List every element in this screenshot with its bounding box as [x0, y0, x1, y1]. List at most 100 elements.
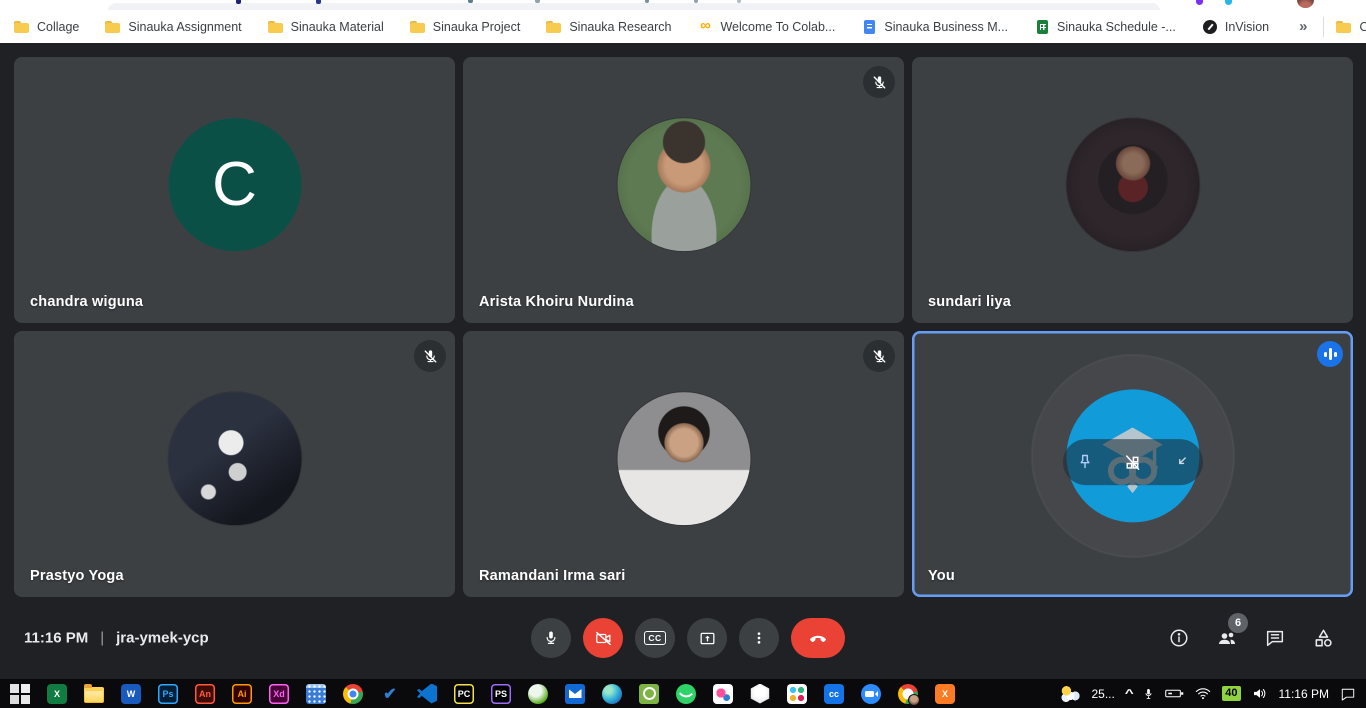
colab-icon	[697, 19, 713, 35]
microphone-tray-icon[interactable]	[1143, 687, 1154, 701]
participant-name: sundari liya	[928, 294, 1011, 310]
meeting-details-icon[interactable]	[1167, 626, 1191, 650]
microphone-button[interactable]	[531, 618, 571, 658]
photoshop-icon[interactable]: Ps	[158, 684, 178, 704]
minimize-tile-icon[interactable]	[1170, 451, 1192, 473]
folder-icon	[546, 19, 562, 35]
bookmark-item[interactable]: Sinauka Assignment	[105, 19, 241, 35]
volume-icon[interactable]	[1252, 687, 1268, 700]
end-call-button[interactable]	[791, 618, 845, 658]
battery-icon[interactable]	[1165, 687, 1184, 700]
bookmark-item[interactable]: Sinauka Business M...	[861, 19, 1008, 35]
participant-tile-ramandani[interactable]: Ramandani Irma sari	[463, 331, 904, 597]
weather-icon[interactable]	[1060, 686, 1080, 702]
adobe-xd-icon[interactable]: Xd	[269, 684, 289, 704]
edge-icon[interactable]	[602, 684, 622, 704]
bookmark-item[interactable]: InVision	[1202, 19, 1269, 35]
slack-icon[interactable]	[787, 684, 807, 704]
bookmark-item[interactable]: Sinauka Schedule -...	[1034, 19, 1176, 35]
participant-tile-arista[interactable]: Arista Khoiru Nurdina	[463, 57, 904, 323]
animate-icon[interactable]: An	[195, 684, 215, 704]
meeting-clock: 11:16 PM	[24, 630, 88, 647]
divider	[1323, 17, 1324, 37]
calendar-icon[interactable]	[306, 684, 326, 704]
hexagon-app-icon[interactable]	[750, 684, 770, 704]
extension-icon[interactable]	[316, 0, 321, 4]
other-bookmarks-button[interactable]: Other bookmarks	[1336, 19, 1366, 35]
call-controls: CC	[531, 618, 845, 658]
extension-icon[interactable]	[236, 0, 241, 4]
participant-name: Ramandani Irma sari	[479, 568, 625, 584]
taskbar-clock[interactable]: 11:16 PM	[1279, 687, 1329, 701]
participant-name: chandra wiguna	[30, 294, 143, 310]
hidden-icons-chevron[interactable]: ^	[1125, 688, 1134, 700]
extension-icon[interactable]	[1225, 0, 1232, 5]
avatar-initial: C	[212, 149, 257, 220]
chrome-icon[interactable]	[343, 684, 363, 704]
action-center-icon[interactable]	[1340, 687, 1356, 701]
present-screen-icon	[698, 629, 717, 648]
present-button[interactable]	[687, 618, 727, 658]
meet-control-bar: 11:16 PM | jra-ymek-ycp	[0, 597, 1366, 679]
file-explorer-icon[interactable]	[84, 687, 104, 703]
avatar-initial-circle: C	[168, 118, 301, 251]
illustrator-icon[interactable]: Ai	[232, 684, 252, 704]
bookmark-item[interactable]: Sinauka Project	[410, 19, 521, 35]
zoom-icon[interactable]	[861, 684, 881, 704]
bookmark-item[interactable]: Welcome To Colab...	[697, 19, 835, 35]
android-studio-icon[interactable]	[528, 684, 548, 704]
word-icon[interactable]: W	[121, 684, 141, 704]
tile-hover-actions	[1063, 439, 1203, 485]
weather-temp[interactable]: 25...	[1091, 687, 1114, 701]
participant-tile-chandra[interactable]: C chandra wiguna	[14, 57, 455, 323]
extension-icon[interactable]	[1196, 0, 1203, 5]
whatsapp-icon[interactable]	[676, 684, 696, 704]
drawing-app-icon[interactable]	[713, 684, 733, 704]
mic-muted-icon	[863, 66, 895, 98]
start-button[interactable]	[10, 684, 30, 704]
mic-muted-icon	[414, 340, 446, 372]
meet-side-controls: 6	[1167, 626, 1335, 650]
captions-icon: CC	[644, 631, 665, 646]
activities-icon[interactable]	[1311, 626, 1335, 650]
system-tray: 25... ^ 40 11:16 PM	[1060, 686, 1366, 702]
participants-count-badge: 6	[1228, 613, 1248, 633]
avatar-photo	[168, 392, 301, 525]
more-options-button[interactable]	[739, 618, 779, 658]
participants-icon[interactable]: 6	[1215, 626, 1239, 650]
google-sheets-icon	[1034, 19, 1050, 35]
avatar-photo	[617, 118, 750, 251]
divider: |	[100, 630, 104, 647]
wifi-icon[interactable]	[1195, 687, 1211, 700]
vscode-icon[interactable]	[417, 684, 437, 704]
chrome-profile-icon[interactable]	[898, 684, 918, 704]
camera-app-icon[interactable]	[639, 684, 659, 704]
xampp-icon[interactable]: X	[935, 684, 955, 704]
avatar-photo	[1066, 118, 1199, 251]
pycharm-icon[interactable]: PC	[454, 684, 474, 704]
mail-icon[interactable]	[565, 684, 585, 704]
folder-icon	[410, 19, 426, 35]
creative-cloud-icon[interactable]: cc	[824, 684, 844, 704]
pin-icon[interactable]	[1074, 451, 1096, 473]
extension-icon[interactable]	[535, 0, 540, 3]
participant-tile-prastyo[interactable]: Prastyo Yoga	[14, 331, 455, 597]
bookmarks-overflow-chevron[interactable]: »	[1295, 18, 1311, 35]
excel-icon[interactable]: X	[47, 684, 67, 704]
captions-button[interactable]: CC	[635, 618, 675, 658]
battery-percent-badge[interactable]: 40	[1222, 686, 1240, 701]
chat-icon[interactable]	[1263, 626, 1287, 650]
todo-check-icon[interactable]	[380, 684, 400, 704]
bookmark-item[interactable]: Sinauka Research	[546, 19, 671, 35]
bookmark-item[interactable]: Collage	[14, 19, 79, 35]
remove-tile-icon[interactable]	[1122, 451, 1144, 473]
participant-tile-sundari[interactable]: sundari liya	[912, 57, 1353, 323]
participant-tile-you[interactable]: You	[912, 331, 1353, 597]
phpstorm-icon[interactable]: PS	[491, 684, 511, 704]
bookmarks-bar-right: » Other bookmarks	[1295, 17, 1366, 37]
bookmark-item[interactable]: Sinauka Material	[268, 19, 384, 35]
camera-off-button[interactable]	[583, 618, 623, 658]
profile-avatar[interactable]	[1297, 0, 1314, 8]
meet-main: C chandra wiguna Arista Khoiru Nurdina	[0, 43, 1366, 679]
extension-icon[interactable]	[468, 0, 473, 3]
